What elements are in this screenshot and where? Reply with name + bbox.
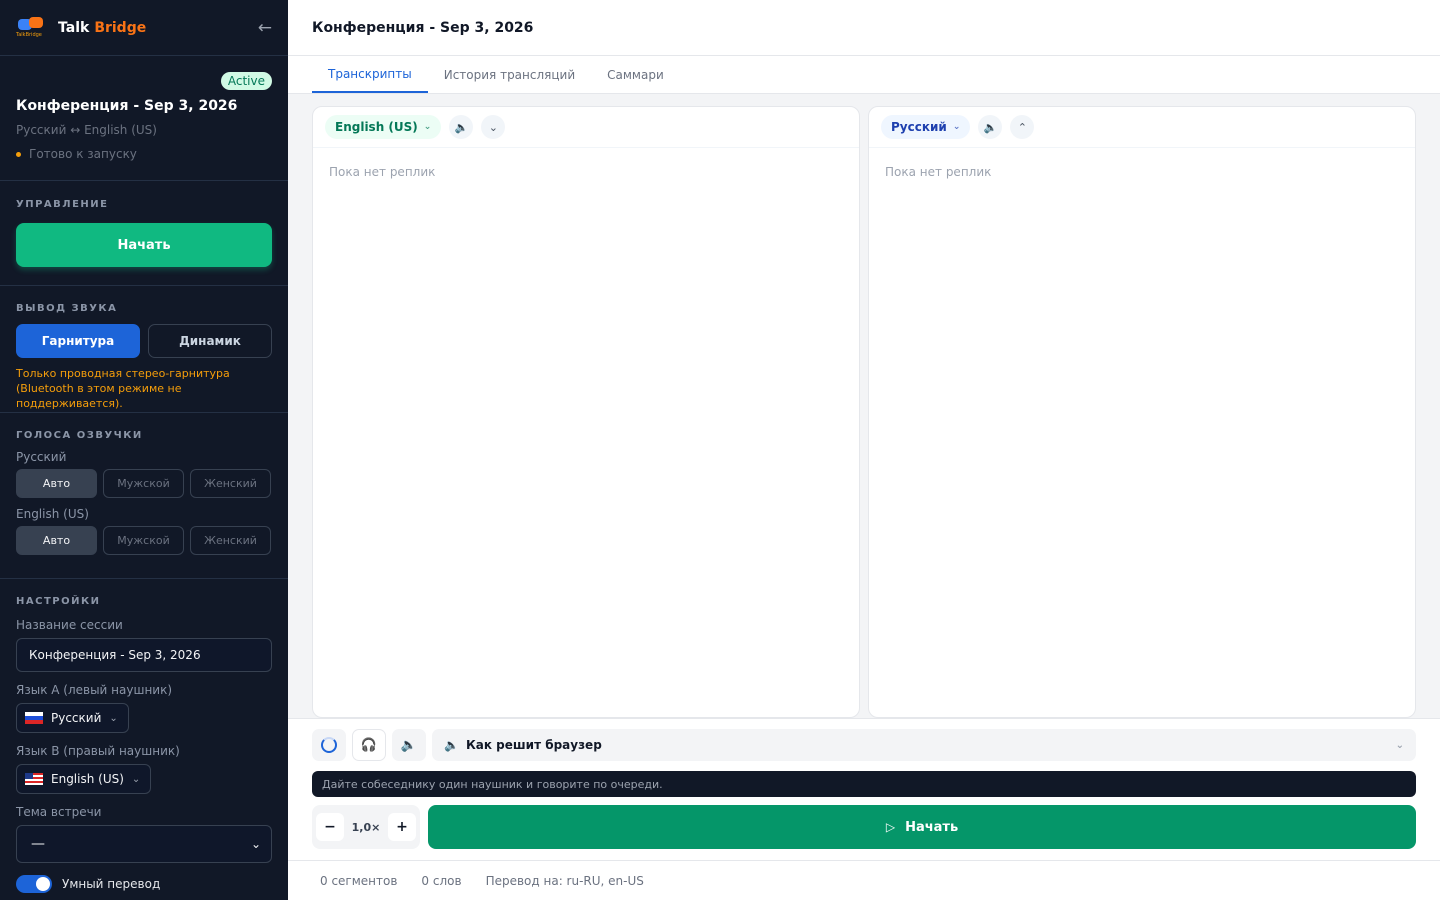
segments-count: 0 сегментов [320, 873, 398, 888]
collapse-sidebar-icon[interactable]: ← [258, 18, 272, 38]
speed-increase-button[interactable]: + [387, 813, 416, 841]
main-area: Конференция - Sep 3, 2026 Транскрипты Ис… [288, 0, 1440, 900]
session-title: Конференция - Sep 3, 2026 [16, 98, 238, 114]
lang-a-label: Язык A (левый наушник) [16, 683, 173, 697]
audio-warning: Только проводная стерео-гарнитура (Bluet… [16, 367, 230, 410]
voice-lang-label: Русский [16, 450, 67, 464]
page-title: Конференция - Sep 3, 2026 [288, 0, 1440, 56]
topic-select[interactable]: — ⌄ [16, 825, 272, 863]
settings-section: НАСТРОЙКИ Название сессии Конференция - … [0, 579, 288, 893]
section-heading: ВЫВОД ЗВУКА [16, 303, 118, 314]
voice-en-male-button[interactable]: Мужской [103, 526, 184, 555]
voice-ru-auto-button[interactable]: Авто [16, 469, 97, 498]
status-footer: 0 сегментов 0 слов Перевод на: ru-RU, en… [288, 860, 1440, 900]
voice-lang-label: English (US) [16, 507, 89, 521]
speaker-icon[interactable]: 🔈 [392, 729, 426, 761]
voice-en-auto-button[interactable]: Авто [16, 526, 97, 555]
transcript-panel-right: Русский ⌄ 🔈 ⌃ Пока нет реплик [868, 106, 1416, 718]
session-langs: Русский ↔ English (US) [16, 123, 157, 137]
control-section: УПРАВЛЕНИЕ Начать [0, 181, 288, 286]
empty-state: Пока нет реплик [885, 165, 992, 179]
speed-decrease-button[interactable]: − [316, 813, 344, 841]
words-count: 0 слов [421, 873, 462, 888]
audio-mode-select[interactable]: 🔈 Как решит браузер ⌄ [432, 729, 1416, 761]
status-badge: Active [220, 72, 272, 90]
speaker-button[interactable]: Динамик [148, 324, 272, 358]
play-icon: ▷ [885, 820, 896, 834]
start-button[interactable]: ▷ Начать [428, 805, 1416, 849]
transcript-panels: English (US) ⌄ 🔈 ⌄ Пока нет реплик Русски… [312, 106, 1416, 718]
status-dot-icon [16, 151, 21, 157]
smart-translation-toggle[interactable] [16, 875, 52, 893]
sidebar: TalkBridge Talk Bridge ← Active Конференц… [0, 0, 288, 900]
section-heading: НАСТРОЙКИ [16, 596, 101, 607]
chevron-down-icon: ⌄ [109, 712, 118, 724]
app-logo: TalkBridge [16, 15, 46, 41]
chevron-down-icon: ⌄ [952, 122, 961, 132]
translation-langs: Перевод на: ru-RU, en-US [485, 873, 644, 888]
control-bar: 🎧 🔈 🔈 Как решит браузер ⌄ Дайте собеседн… [288, 718, 1440, 860]
speaker-icon[interactable]: 🔈 [449, 115, 474, 139]
speed-value: 1,0× [351, 820, 381, 834]
speed-control: − 1,0× + [312, 805, 420, 849]
hint-bar: Дайте собеседнику один наушник и говорит… [312, 771, 1416, 797]
section-heading: ГОЛОСА ОЗВУЧКИ [16, 430, 143, 441]
voice-en-female-button[interactable]: Женский [190, 526, 271, 555]
smart-translation-row: Умный перевод [16, 875, 272, 893]
chevron-down-icon: ⌄ [423, 122, 432, 132]
russia-flag-icon [25, 712, 43, 724]
lang-b-label: Язык B (правый наушник) [16, 744, 180, 758]
right-lang-pill[interactable]: Русский ⌄ [881, 115, 971, 139]
chevron-down-icon: ⌄ [1395, 739, 1404, 751]
chevron-down-icon[interactable]: ⌄ [481, 115, 506, 139]
left-lang-pill[interactable]: English (US) ⌄ [325, 115, 442, 139]
section-heading: УПРАВЛЕНИЕ [16, 199, 109, 210]
chevron-up-icon[interactable]: ⌃ [1010, 115, 1035, 139]
session-name-label: Название сессии [16, 618, 123, 632]
tab-bar: Транскрипты История трансляций Саммари [288, 56, 1440, 94]
voices-section: ГОЛОСА ОЗВУЧКИ Русский Авто Мужской Женс… [0, 413, 288, 579]
lang-b-select[interactable]: English (US) ⌄ [16, 764, 152, 794]
empty-state: Пока нет реплик [329, 165, 436, 179]
tab-history[interactable]: История трансляций [428, 56, 591, 93]
audio-output-section: ВЫВОД ЗВУКА Гарнитура Динамик Только про… [0, 286, 288, 413]
session-name-input[interactable]: Конференция - Sep 3, 2026 [16, 638, 272, 672]
session-summary: Active Конференция - Sep 3, 2026 Русский… [0, 56, 288, 181]
lang-a-select[interactable]: Русский ⌄ [16, 703, 129, 733]
speaker-icon[interactable]: 🔈 [978, 115, 1003, 139]
headset-button[interactable]: Гарнитура [16, 324, 140, 358]
loading-icon[interactable] [312, 729, 346, 761]
transcript-panel-left: English (US) ⌄ 🔈 ⌄ Пока нет реплик [312, 106, 860, 718]
tab-transcripts[interactable]: Транскрипты [312, 56, 428, 93]
session-status: Готово к запуску [16, 147, 272, 161]
voice-ru-female-button[interactable]: Женский [190, 469, 271, 498]
speaker-icon: 🔈 [444, 738, 459, 752]
voice-ru-male-button[interactable]: Мужской [103, 469, 184, 498]
smart-translation-label: Умный перевод [62, 877, 161, 891]
topic-label: Тема встречи [16, 805, 102, 819]
usa-flag-icon [25, 773, 43, 785]
chevron-down-icon: ⌄ [131, 773, 141, 785]
brand-bar: TalkBridge Talk Bridge ← [0, 0, 288, 56]
headphones-icon[interactable]: 🎧 [352, 729, 386, 761]
tab-summary[interactable]: Саммари [591, 56, 680, 93]
chevron-down-icon: ⌄ [250, 837, 261, 851]
app-name: Talk Bridge [58, 19, 147, 36]
sidebar-start-button[interactable]: Начать [16, 223, 272, 267]
